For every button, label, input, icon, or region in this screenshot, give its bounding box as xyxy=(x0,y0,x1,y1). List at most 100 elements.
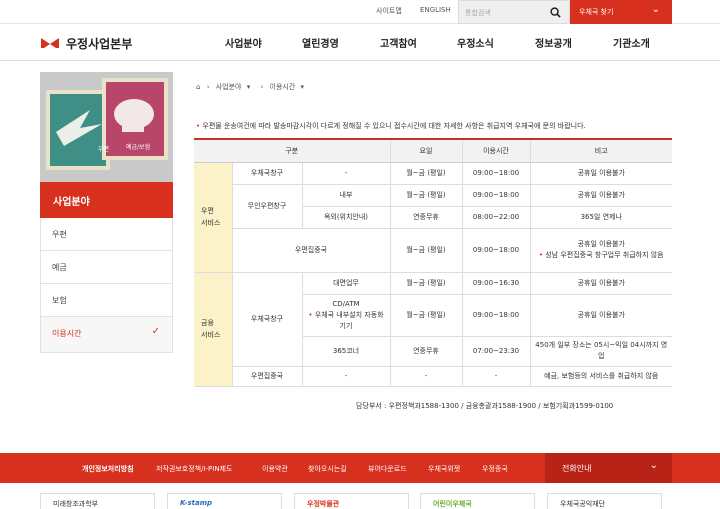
banner-kstamp[interactable]: K-stamp xyxy=(167,493,282,509)
banner-msip[interactable]: 미래창조과학부 xyxy=(40,493,155,509)
banner-kids[interactable]: 어린이우체국 xyxy=(420,493,535,509)
nav-open-management[interactable]: 열린경영 xyxy=(302,35,339,50)
footer-viewer-link[interactable]: 뷰어다운로드 xyxy=(368,464,407,474)
cell: 공휴일 이용불가 xyxy=(529,272,672,295)
find-office-label: 우체국 찾기 xyxy=(579,8,614,16)
banner-strip: 미래창조과학부 K-stamp 우정박물관 어린이우체국 우체국공익재단 xyxy=(0,483,720,509)
table-row: 무인우편창구 내부 월~금 (평일) 09:00~18:00 공휴일 이용불가 xyxy=(194,184,672,229)
nav-news[interactable]: 우정소식 xyxy=(457,35,494,50)
cell: 연중무휴 xyxy=(389,206,462,229)
note-line: 공휴일 이용불가 xyxy=(577,240,625,248)
cell: 공휴일 이용불가 • 성남 우편집중국 창구업무 취급하지 않음 xyxy=(529,228,672,273)
footer-copyright-link[interactable]: 저작권보호정책/I-PIN제도 xyxy=(156,464,232,474)
col-day: 요일 xyxy=(389,138,462,163)
sidebar-item-label: 우편 xyxy=(52,230,67,239)
banner-label: 미래창조과학부 xyxy=(53,500,99,508)
banner-label: 우정박물관 xyxy=(307,500,340,508)
cell: 우편집중국 xyxy=(231,366,302,387)
cell: 우체국창구 xyxy=(231,162,302,185)
cell: 내부 xyxy=(301,184,390,207)
cell: - xyxy=(389,366,462,387)
chevron-down-icon: ⌄ xyxy=(651,4,660,15)
nav-about[interactable]: 기관소개 xyxy=(613,35,650,50)
nav-business[interactable]: 사업분야 xyxy=(225,35,262,50)
phone-guide-label: 전화안내 xyxy=(562,464,592,473)
cell: 연중무휴 xyxy=(389,336,462,367)
search-icon[interactable] xyxy=(550,7,561,20)
sidebar-item-label: 이용시간 xyxy=(52,329,82,338)
english-link[interactable]: ENGLISH xyxy=(420,6,451,14)
banner-museum[interactable]: 우정박물관 xyxy=(294,493,409,509)
cell: 365일 연제나 xyxy=(529,206,672,229)
footer-privacy-link[interactable]: 개인정보처리방침 xyxy=(82,464,134,474)
col-division: 구분 xyxy=(194,138,390,163)
caret-down-icon[interactable]: ▾ xyxy=(301,83,305,91)
breadcrumb-hours[interactable]: 이용시간 xyxy=(270,83,296,91)
table-row: 우편집중국 월~금 (평일) 09:00~18:00 공휴일 이용불가 • 성남 … xyxy=(194,228,672,273)
nav-disclosure[interactable]: 정보공개 xyxy=(535,35,572,50)
cell-line: CD/ATM xyxy=(332,299,360,308)
cell: 옥외(위치안내) xyxy=(301,206,390,229)
note-line: 성남 우편집중국 창구업무 취급하지 않음 xyxy=(545,251,664,259)
cell: 월~금 (평일) xyxy=(389,294,462,337)
sidebar-title: 사업분야 xyxy=(40,182,173,218)
sidebar-item-label: 보험 xyxy=(52,296,67,305)
chevron-right-icon: › xyxy=(206,83,210,91)
footer: 개인정보처리방침 저작권보호정책/I-PIN제도 이용약관 찾아오시는길 뷰어다… xyxy=(0,453,720,483)
banner-label: K-stamp xyxy=(180,499,213,507)
find-office-button[interactable]: 우체국 찾기 ⌄ xyxy=(570,0,672,24)
footer-terms-link[interactable]: 이용약관 xyxy=(262,464,288,474)
home-icon[interactable]: ⌂ xyxy=(196,83,200,91)
cell: 예금, 보험등의 서비스를 취급하지 않음 xyxy=(529,366,672,387)
group-finance: 금융 서비스 xyxy=(194,272,232,387)
utility-bar: 사이트맵 ENGLISH 통합검색 우체국 찾기 ⌄ xyxy=(0,0,720,24)
chevron-right-icon: › xyxy=(260,83,264,91)
breadcrumb-business[interactable]: 사업분야 xyxy=(216,83,242,91)
sidebar-item-label: 예금 xyxy=(52,263,67,272)
search-input[interactable]: 통합검색 xyxy=(458,0,570,24)
stamp-right-text: 예금/보험 xyxy=(126,144,151,151)
footer-widget-link[interactable]: 우체국위젯 xyxy=(428,464,460,474)
notice-text: • 우편물 운송여건에 따라 발송마감시각이 다르게 정해질 수 있으니 접수시… xyxy=(196,122,586,130)
banner-foundation[interactable]: 우체국공익재단 xyxy=(547,493,662,509)
cell: - xyxy=(301,366,390,387)
footer-directions-link[interactable]: 찾아오시는길 xyxy=(308,464,347,474)
chevron-down-icon: ⌄ xyxy=(649,460,658,471)
contact-info: 담당부서 : 우편정책과1588-1300 / 금융총괄과1588-1900 /… xyxy=(356,402,614,410)
cell: 대면업무 xyxy=(301,272,390,295)
sidebar-item-hours[interactable]: 이용시간 ✓ xyxy=(40,317,173,353)
cell: 09:00~18:00 xyxy=(461,294,530,337)
cell: 월~금 (평일) xyxy=(389,228,462,273)
site-title: 우정사업본부 xyxy=(66,37,133,51)
sidebar-item-insurance[interactable]: 보험 xyxy=(40,284,173,317)
cell: 공휴일 이용불가 xyxy=(529,294,672,337)
cell: 우편집중국 xyxy=(231,228,390,273)
cell: 공휴일 이용불가 xyxy=(529,184,672,207)
col-note: 비고 xyxy=(529,138,672,163)
cell: - xyxy=(461,366,530,387)
banner-label: 어린이우체국 xyxy=(433,500,472,508)
stamp-left-text: 우편 xyxy=(98,146,110,153)
col-time: 이용시간 xyxy=(461,138,530,163)
cell: 무인우편창구 xyxy=(231,184,302,229)
caret-down-icon[interactable]: ▾ xyxy=(247,83,251,91)
cell: 09:00~16:30 xyxy=(461,272,530,295)
breadcrumb: ⌂ › 사업분야 ▾ › 이용시간 ▾ xyxy=(196,82,304,92)
cell: 월~금 (평일) xyxy=(389,162,462,185)
cell: 09:00~18:00 xyxy=(461,184,530,207)
sidebar-item-postal[interactable]: 우편 xyxy=(40,218,173,251)
cell: 07:00~23:30 xyxy=(461,336,530,367)
phone-guide-button[interactable]: 전화안내 ⌄ xyxy=(545,453,672,483)
check-icon: ✓ xyxy=(151,326,160,337)
stamp-image: 우편 예금/보험 xyxy=(40,72,173,182)
sidebar-item-deposit[interactable]: 예금 xyxy=(40,251,173,284)
table-header: 구분 요일 이용시간 비고 xyxy=(194,138,672,163)
footer-last-link[interactable]: 우정종국 xyxy=(482,464,508,474)
logo[interactable]: 우정사업본부 xyxy=(40,35,132,52)
cell: 월~금 (평일) xyxy=(389,272,462,295)
nav-customer[interactable]: 고객참여 xyxy=(380,35,417,50)
search-placeholder: 통합검색 xyxy=(465,9,491,17)
sitemap-link[interactable]: 사이트맵 xyxy=(376,6,402,16)
cell-line: 우체국 내부설치 자동화기기 xyxy=(314,310,384,330)
hours-table: 구분 요일 이용시간 비고 우편 서비스 우체국창구 - 월~금 (평일) 09… xyxy=(194,138,672,387)
